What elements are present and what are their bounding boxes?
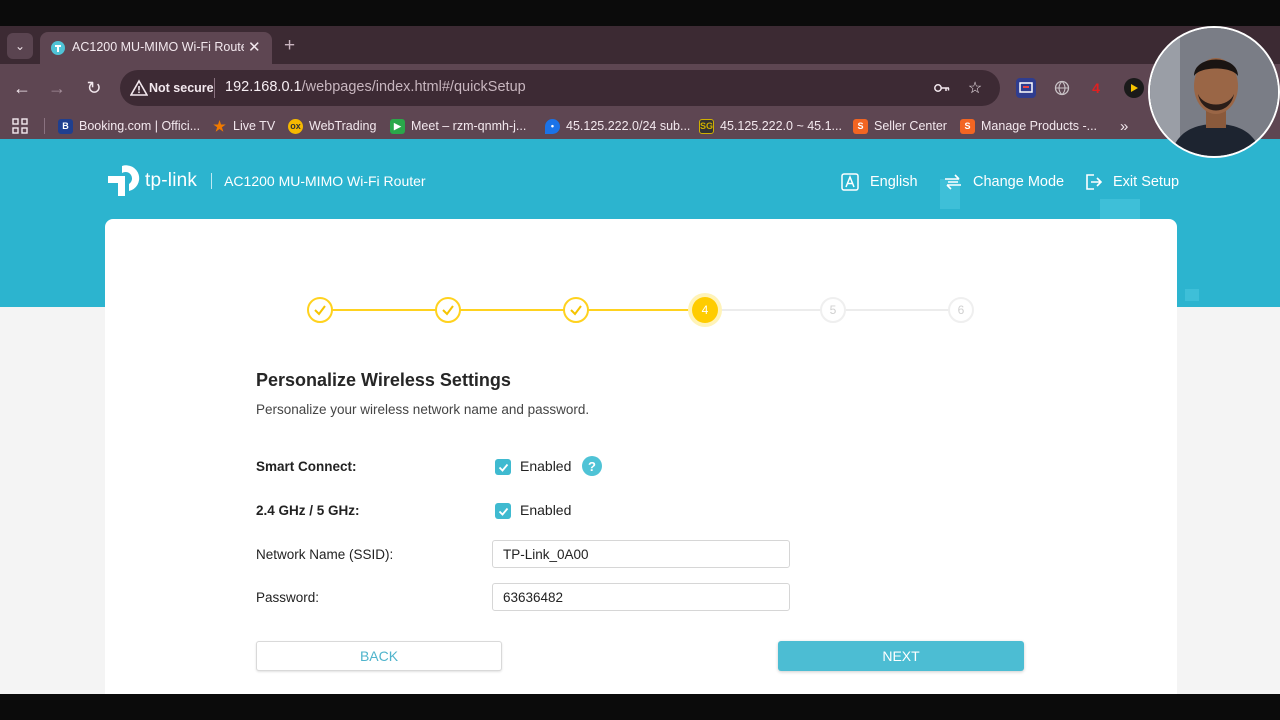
bookmarks-bar: B Booking.com | Offici... ★ Live TV ox WebT… (0, 112, 1280, 139)
bookmarks-divider (44, 118, 45, 134)
sg-icon: SG (699, 118, 714, 134)
url-host: 192.168.0.1 (225, 79, 302, 95)
booking-icon: B (58, 118, 73, 134)
step-5: 5 (820, 297, 846, 323)
language-selector[interactable]: English (840, 172, 918, 192)
extension-badge[interactable]: 4 (1086, 78, 1106, 98)
language-icon (841, 173, 859, 191)
extension-screen-icon[interactable] (1016, 78, 1036, 98)
password-label: Password: (256, 590, 320, 605)
band-value: Enabled (520, 502, 572, 518)
next-button[interactable]: NEXT (778, 641, 1024, 671)
star-icon: ★ (213, 117, 226, 134)
tab-strip: ⌄ AC1200 MU-MIMO Wi-Fi Router ✕ + (0, 26, 1280, 64)
back-button[interactable]: BACK (256, 641, 502, 671)
url-text[interactable]: 192.168.0.1/webpages/index.html#/quickSe… (225, 79, 526, 95)
step-1-complete (307, 297, 333, 323)
apps-grid-icon[interactable] (12, 116, 28, 136)
webtrading-icon: ox (288, 118, 303, 134)
checkmark-icon (570, 305, 582, 316)
setup-progress-stepper: 4 5 6 (305, 295, 975, 325)
bookmark-subnet[interactable]: • 45.125.222.0/24 sub... (545, 116, 690, 136)
forward-arrow-icon[interactable]: → (45, 76, 69, 100)
bookmark-ip-range[interactable]: SG 45.125.222.0 ~ 45.1... (699, 116, 842, 136)
tab-title: AC1200 MU-MIMO Wi-Fi Router (72, 40, 244, 54)
ssid-label: Network Name (SSID): (256, 547, 394, 562)
swap-arrows-icon (945, 174, 961, 190)
manage-products-icon: S (960, 118, 975, 134)
router-model: AC1200 MU-MIMO Wi-Fi Router (224, 173, 426, 189)
bookmark-meet[interactable]: ▶ Meet – rzm-qnmh-j... (390, 116, 526, 136)
page-description: Personalize your wireless network name a… (256, 402, 590, 417)
tab-search-button[interactable]: ⌄ (7, 33, 33, 59)
webcam-overlay (1148, 26, 1280, 158)
banner-decoration (1185, 289, 1199, 301)
help-question-icon[interactable]: ? (582, 456, 602, 476)
bookmark-live-tv[interactable]: ★ Live TV (212, 116, 275, 136)
presenter-avatar (1150, 28, 1278, 156)
bookmark-booking[interactable]: B Booking.com | Offici... (58, 116, 200, 136)
key-icon[interactable] (932, 78, 952, 98)
band-label: 2.4 GHz / 5 GHz: (256, 503, 360, 518)
change-mode-link[interactable]: Change Mode (943, 172, 1064, 192)
step-6: 6 (948, 297, 974, 323)
ssid-input[interactable] (492, 540, 790, 568)
more-bookmarks-chevron-icon[interactable]: » (1120, 116, 1128, 136)
change-mode-label: Change Mode (973, 174, 1065, 190)
omnibox-divider (214, 78, 215, 98)
url-path: /webpages/index.html#/quickSetup (301, 79, 526, 95)
router-page: tp-link AC1200 MU-MIMO Wi-Fi Router Engl… (0, 139, 1280, 694)
seller-center-icon: S (853, 118, 868, 134)
checkmark-icon (498, 463, 508, 472)
letterbox-top (0, 0, 1280, 26)
bookmark-seller-center[interactable]: S Seller Center (853, 116, 947, 136)
brand-header: tp-link AC1200 MU-MIMO Wi-Fi Router (105, 161, 426, 201)
checkmark-icon (442, 305, 454, 316)
smart-connect-label: Smart Connect: (256, 459, 357, 474)
play-icon[interactable] (1124, 78, 1144, 98)
reload-icon[interactable]: ↻ (82, 76, 106, 100)
browser-tab[interactable]: AC1200 MU-MIMO Wi-Fi Router ✕ (40, 32, 272, 64)
address-bar[interactable]: Not secure 192.168.0.1/webpages/index.ht… (120, 70, 1000, 106)
star-bookmark-icon[interactable]: ☆ (965, 78, 985, 98)
meet-icon: ▶ (390, 118, 405, 134)
checkmark-icon (314, 305, 326, 316)
tp-link-favicon-icon (51, 41, 65, 55)
quick-setup-card: 4 5 6 Personalize Wireless Settings Pers… (105, 219, 1177, 694)
location-pin-icon: • (545, 118, 560, 134)
close-icon[interactable]: ✕ (248, 38, 261, 56)
screen: ⌄ AC1200 MU-MIMO Wi-Fi Router ✕ + ← → ↻ … (0, 0, 1280, 720)
new-tab-plus-icon[interactable]: + (284, 35, 295, 57)
tp-link-logo-icon (108, 165, 140, 196)
globe-icon[interactable] (1052, 78, 1072, 98)
smart-connect-value: Enabled (520, 458, 572, 474)
browser-toolbar: ← → ↻ Not secure 192.168.0.1/webpages/in… (0, 64, 1280, 112)
bookmark-webtrading[interactable]: ox WebTrading (288, 116, 376, 136)
password-input[interactable] (492, 583, 790, 611)
back-arrow-icon[interactable]: ← (10, 76, 34, 100)
bookmark-manage-products[interactable]: S Manage Products -... (960, 116, 1097, 136)
step-2-complete (435, 297, 461, 323)
letterbox-bottom (0, 694, 1280, 720)
exit-setup-label: Exit Setup (1113, 174, 1180, 190)
exit-setup-link[interactable]: Exit Setup (1083, 172, 1179, 192)
language-label: English (870, 174, 918, 190)
progress-line-complete (325, 309, 709, 311)
brand-name: tp-link (145, 170, 198, 191)
warning-triangle-icon (130, 79, 148, 96)
not-secure-chip[interactable]: Not secure (149, 81, 214, 95)
exit-icon (1086, 174, 1103, 190)
step-4-current: 4 (692, 297, 718, 323)
step-3-complete (563, 297, 589, 323)
chevron-down-icon: ⌄ (14, 39, 26, 53)
checkmark-icon (498, 507, 508, 516)
page-title: Personalize Wireless Settings (256, 370, 511, 390)
brand-divider (211, 173, 213, 189)
smart-connect-checkbox[interactable] (495, 459, 511, 475)
band-checkbox[interactable] (495, 503, 511, 519)
